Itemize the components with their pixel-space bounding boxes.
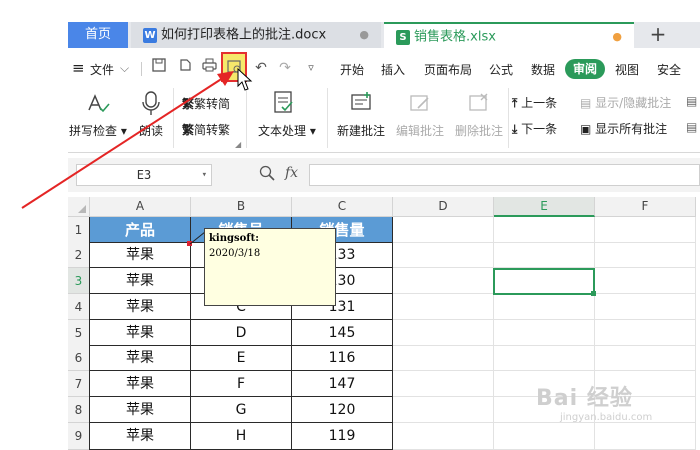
watermark-url: jingyan.baidu.com [560, 412, 653, 423]
baidu-watermark-logo: Bai 经验 [536, 386, 633, 411]
mouse-cursor-icon [237, 68, 253, 91]
